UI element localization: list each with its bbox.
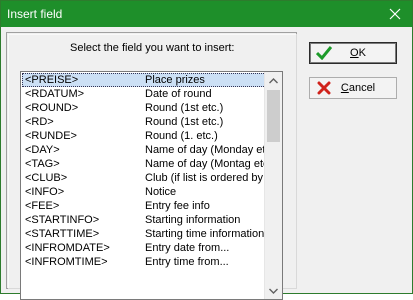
field-description: Name of day (Montag etc (145, 158, 265, 170)
field-description: Entry date from... (145, 242, 230, 254)
field-description: Date of round (145, 88, 212, 100)
field-list-item[interactable]: <RD> Round (1st etc.) (22, 115, 266, 129)
field-code: <STARTINFO> (25, 214, 100, 226)
field-description: Entry fee info (145, 200, 210, 212)
field-code: <PREISE> (25, 74, 79, 86)
title-bar[interactable]: Insert field (1, 1, 412, 27)
field-code: <INFROMTIME> (25, 256, 108, 268)
field-code: <TAG> (25, 158, 60, 170)
prompt-label: Select the field you want to insert: (70, 42, 235, 54)
ok-label: OK (350, 47, 366, 59)
field-code: <ROUND> (25, 102, 79, 114)
field-code: <CLUB> (25, 172, 68, 184)
field-description: Entry time from... (145, 256, 229, 268)
field-code: <INFROMDATE> (25, 242, 110, 254)
chevron-down-icon (269, 288, 278, 294)
field-description: Place prizes (145, 74, 205, 86)
field-list-item[interactable]: <RUNDE> Round (1. etc.) (22, 129, 266, 143)
close-button[interactable] (378, 1, 412, 27)
cancel-label: Cancel (340, 82, 376, 94)
field-description: Starting information (145, 214, 241, 226)
field-code: <RDATUM> (25, 88, 85, 100)
field-list-item[interactable]: <INFROMTIME> Entry time from... (22, 255, 266, 269)
field-description: Name of day (Monday etc (145, 144, 265, 156)
field-description: Round (1. etc.) (145, 130, 218, 142)
field-list-item[interactable]: <CLUB> Club (if list is ordered by c (22, 171, 266, 185)
field-code: <DAY> (25, 144, 60, 156)
field-description: Notice (145, 186, 177, 198)
field-description: Round (1st etc.) (145, 116, 224, 128)
field-list-item[interactable]: <STARTINFO> Starting information (22, 213, 266, 227)
field-code: <INFO> (25, 186, 65, 198)
dialog-body: Select the field you want to insert: <PR… (2, 27, 411, 300)
ok-button[interactable]: OK (309, 42, 397, 64)
scroll-thumb[interactable] (267, 90, 280, 142)
field-list-item[interactable]: <RDATUM> Date of round (22, 87, 266, 101)
field-list-item[interactable]: <PREISE> Place prizes (22, 73, 266, 87)
scroll-down-button[interactable] (265, 282, 282, 299)
field-code: <FEE> (25, 200, 60, 212)
field-code: <STARTTIME> (25, 228, 100, 240)
field-list-item[interactable]: <ROUND> Round (1st etc.) (22, 101, 266, 115)
field-list-item[interactable]: <TAG> Name of day (Montag etc (22, 157, 266, 171)
scroll-up-button[interactable] (265, 72, 282, 89)
field-list-item[interactable]: <INFROMDATE> Entry date from... (22, 241, 266, 255)
field-list-rows: <PREISE> Place prizes <RDATUM> Date of roun… (22, 73, 266, 269)
cancel-button[interactable]: Cancel (309, 77, 397, 99)
window-title: Insert field (7, 7, 63, 21)
field-list-item[interactable]: <INFO> Notice (22, 185, 266, 199)
field-list-item[interactable]: <STARTTIME> Starting time information (22, 227, 266, 241)
insert-field-dialog: Insert field Select the field you want t… (0, 0, 413, 300)
field-code: <RD> (25, 116, 54, 128)
cross-icon (316, 80, 332, 96)
vertical-scrollbar[interactable] (264, 72, 282, 299)
chevron-up-icon (269, 77, 278, 83)
field-description: Starting time information (145, 228, 265, 240)
field-list-item[interactable]: <DAY> Name of day (Monday etc (22, 143, 266, 157)
field-listbox[interactable]: <PREISE> Place prizes <RDATUM> Date of roun… (20, 71, 283, 300)
field-description: Round (1st etc.) (145, 102, 224, 114)
field-list-item[interactable]: <FEE> Entry fee info (22, 199, 266, 213)
checkmark-icon (316, 45, 332, 61)
field-code: <RUNDE> (25, 130, 77, 142)
close-icon (389, 8, 401, 20)
field-description: Club (if list is ordered by c (145, 172, 265, 184)
